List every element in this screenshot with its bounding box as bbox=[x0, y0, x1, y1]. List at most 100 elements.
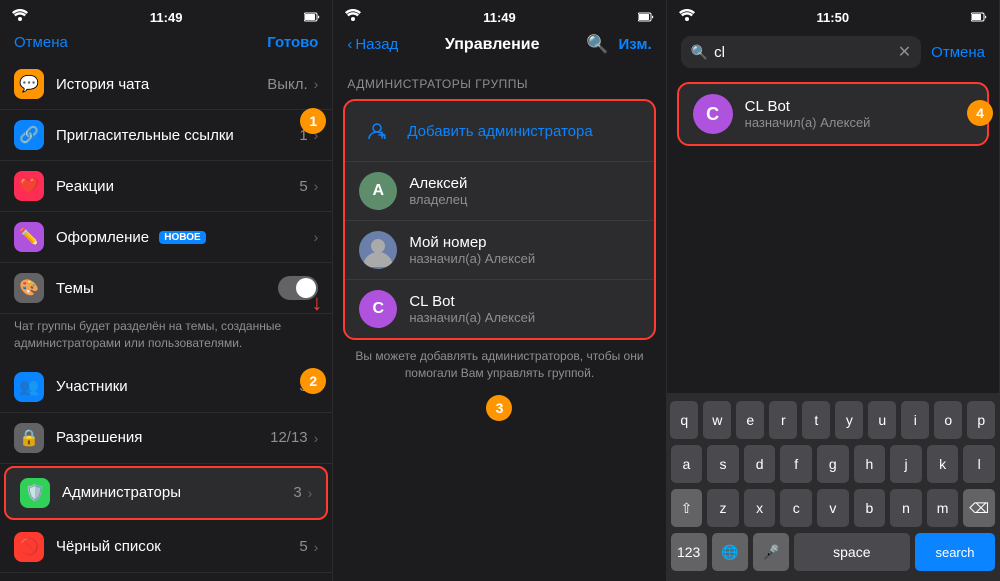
design-chevron: › bbox=[314, 229, 319, 245]
key-b[interactable]: b bbox=[854, 489, 886, 527]
add-admin-icon bbox=[359, 113, 395, 149]
key-g[interactable]: g bbox=[817, 445, 849, 483]
result-sub-clbot: назначил(а) Алексей bbox=[745, 115, 973, 130]
keyboard: q w e r t y u i o p a s d f g h j k l ⇧ … bbox=[667, 393, 999, 581]
settings-item-history[interactable]: 💬 История чата Выкл. › bbox=[0, 59, 332, 110]
history-value: Выкл. bbox=[267, 76, 307, 93]
themes-icon: 🎨 bbox=[14, 273, 44, 303]
admin-avatar-clbot: C bbox=[359, 290, 397, 328]
settings-item-permissions[interactable]: 🔒 Разрешения 12/13 › bbox=[0, 413, 332, 464]
status-bar-3: 11:50 bbox=[667, 0, 999, 30]
key-u[interactable]: u bbox=[868, 401, 896, 439]
key-o[interactable]: o bbox=[934, 401, 962, 439]
wifi-signal-icon-2 bbox=[345, 8, 361, 26]
blacklist-label: Чёрный список bbox=[56, 538, 299, 555]
key-s[interactable]: s bbox=[707, 445, 739, 483]
battery-icon-3 bbox=[971, 12, 987, 22]
admins-chevron: › bbox=[308, 485, 313, 501]
key-m[interactable]: m bbox=[927, 489, 959, 527]
admin-item-clbot[interactable]: C CL Bot назначил(а) Алексей bbox=[345, 280, 653, 338]
status-time-1: 11:49 bbox=[150, 10, 183, 25]
status-time-3: 11:50 bbox=[817, 10, 850, 25]
invites-label: Пригласительные ссылки bbox=[56, 127, 299, 144]
key-l[interactable]: l bbox=[963, 445, 995, 483]
status-bar-1: 11:49 bbox=[0, 0, 332, 30]
blacklist-icon: 🚫 bbox=[14, 532, 44, 562]
back-button-2[interactable]: ‹ Назад bbox=[347, 36, 398, 53]
keyboard-row-2: a s d f g h j k l bbox=[671, 445, 995, 483]
admins-count: 3 bbox=[293, 484, 301, 501]
admin-item-alexey[interactable]: А Алексей владелец bbox=[345, 162, 653, 221]
admin-name-alexey: Алексей bbox=[409, 175, 639, 192]
settings-item-themes[interactable]: 🎨 Темы bbox=[0, 263, 332, 314]
reactions-label: Реакции bbox=[56, 178, 299, 195]
search-result-clbot[interactable]: C CL Bot назначил(а) Алексей bbox=[677, 82, 989, 146]
battery-icon-2 bbox=[638, 12, 654, 22]
add-admin-button[interactable]: Добавить администратора bbox=[345, 101, 653, 162]
admin-role-clbot: назначил(а) Алексей bbox=[409, 310, 639, 325]
nav-bar-1: Отмена Готово bbox=[0, 30, 332, 59]
settings-item-reactions[interactable]: ❤️ Реакции 5 › bbox=[0, 161, 332, 212]
cancel-button[interactable]: Отмена bbox=[14, 34, 68, 51]
key-delete[interactable]: ⌫ bbox=[963, 489, 995, 527]
key-i[interactable]: i bbox=[901, 401, 929, 439]
design-icon: ✏️ bbox=[14, 222, 44, 252]
history-label: История чата bbox=[56, 76, 267, 93]
blacklist-chevron: › bbox=[314, 539, 319, 555]
edit-button-2[interactable]: Изм. bbox=[619, 36, 652, 53]
key-v[interactable]: v bbox=[817, 489, 849, 527]
key-c[interactable]: c bbox=[780, 489, 812, 527]
settings-item-design[interactable]: ✏️ Оформление НОВОЕ › bbox=[0, 212, 332, 263]
history-icon: 💬 bbox=[14, 69, 44, 99]
settings-item-recent[interactable]: 👁️ Недавние действия › bbox=[0, 573, 332, 581]
key-q[interactable]: q bbox=[670, 401, 698, 439]
key-h[interactable]: h bbox=[854, 445, 886, 483]
key-x[interactable]: x bbox=[744, 489, 776, 527]
key-e[interactable]: e bbox=[736, 401, 764, 439]
done-button[interactable]: Готово bbox=[267, 34, 318, 51]
search-icon: 🔍 bbox=[691, 44, 708, 61]
admin-avatar-alexey: А bbox=[359, 172, 397, 210]
key-space[interactable]: space bbox=[794, 533, 910, 571]
key-p[interactable]: p bbox=[967, 401, 995, 439]
settings-item-invites[interactable]: 🔗 Пригласительные ссылки 1 › bbox=[0, 110, 332, 161]
keyboard-row-3: ⇧ z x c v b n m ⌫ bbox=[671, 489, 995, 527]
key-t[interactable]: t bbox=[802, 401, 830, 439]
settings-item-admins[interactable]: 🛡️ Администраторы 3 › bbox=[4, 466, 328, 520]
key-numbers[interactable]: 123 bbox=[671, 533, 707, 571]
reactions-icon: ❤️ bbox=[14, 171, 44, 201]
admin-item-mynumber[interactable]: Мой номер назначил(а) Алексей bbox=[345, 221, 653, 280]
key-j[interactable]: j bbox=[890, 445, 922, 483]
battery-icon-1 bbox=[304, 12, 320, 22]
search-icon-nav[interactable]: 🔍 bbox=[586, 34, 608, 55]
annotation-badge-3: 3 bbox=[486, 395, 512, 421]
key-k[interactable]: k bbox=[927, 445, 959, 483]
key-shift[interactable]: ⇧ bbox=[671, 489, 703, 527]
key-n[interactable]: n bbox=[890, 489, 922, 527]
key-mic[interactable]: 🎤 bbox=[753, 533, 789, 571]
key-w[interactable]: w bbox=[703, 401, 731, 439]
search-value[interactable]: cl bbox=[714, 44, 892, 61]
add-admin-label: Добавить администратора bbox=[407, 123, 592, 140]
search-input-wrap[interactable]: 🔍 cl ✕ bbox=[681, 36, 922, 68]
reactions-chevron: › bbox=[314, 178, 319, 194]
invites-icon: 🔗 bbox=[14, 120, 44, 150]
search-cancel-button[interactable]: Отмена bbox=[931, 44, 985, 61]
admin-role-alexey: владелец bbox=[409, 192, 639, 207]
key-y[interactable]: y bbox=[835, 401, 863, 439]
key-search[interactable]: search bbox=[915, 533, 995, 571]
key-r[interactable]: r bbox=[769, 401, 797, 439]
settings-item-members[interactable]: 👥 Участники 3 › bbox=[0, 362, 332, 413]
new-badge: НОВОЕ bbox=[159, 231, 205, 244]
key-d[interactable]: d bbox=[744, 445, 776, 483]
search-clear-button[interactable]: ✕ bbox=[898, 42, 911, 62]
status-time-2: 11:49 bbox=[483, 10, 516, 25]
key-f[interactable]: f bbox=[780, 445, 812, 483]
key-z[interactable]: z bbox=[707, 489, 739, 527]
result-avatar-clbot: C bbox=[693, 94, 733, 134]
settings-item-blacklist[interactable]: 🚫 Чёрный список 5 › bbox=[0, 522, 332, 573]
key-a[interactable]: a bbox=[671, 445, 703, 483]
key-globe[interactable]: 🌐 bbox=[712, 533, 748, 571]
admin-avatar-mynumber bbox=[359, 231, 397, 269]
permissions-count: 12/13 bbox=[270, 429, 308, 446]
